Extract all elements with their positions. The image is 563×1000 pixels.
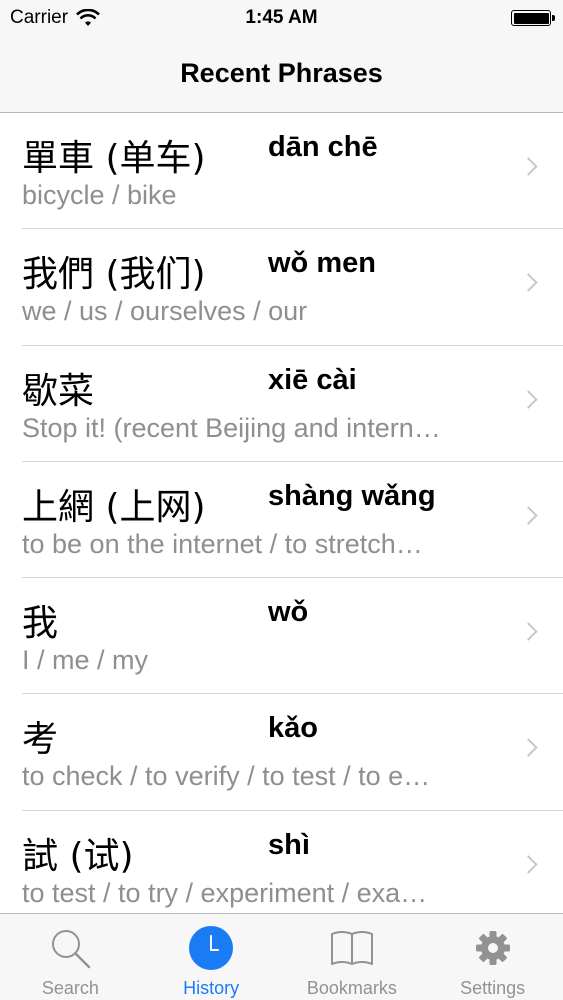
phrase-definition: to be on the internet / to stretch… bbox=[22, 528, 423, 559]
phrase-hanzi: 我 bbox=[22, 603, 59, 645]
phrase-pinyin: dān chē bbox=[268, 131, 378, 163]
phrase-pinyin: wǒ bbox=[268, 596, 309, 629]
tab-label: Search bbox=[41, 978, 99, 998]
gear-icon bbox=[475, 931, 510, 965]
tab-bookmarks[interactable]: Bookmarks bbox=[282, 914, 423, 1000]
list-item[interactable]: 試 (试) shì to test / to try / experiment … bbox=[0, 811, 563, 913]
phrase-hanzi: 單車 (单车) bbox=[22, 138, 206, 179]
battery-icon bbox=[511, 10, 555, 26]
phrase-hanzi: 試 (试) bbox=[22, 835, 134, 877]
phrase-definition: I / me / my bbox=[22, 645, 149, 676]
clock-icon bbox=[189, 926, 234, 970]
chevron-right-icon bbox=[519, 855, 538, 874]
status-bar: Carrier 1:45 AM bbox=[0, 0, 563, 38]
phrase-hanzi: 考 bbox=[22, 719, 59, 761]
status-time: 1:45 AM bbox=[245, 7, 318, 28]
chevron-right-icon bbox=[519, 273, 538, 292]
list-item[interactable]: 上網 (上网) shàng wǎng to be on the internet… bbox=[0, 462, 563, 579]
phrase-pinyin: xiē cài bbox=[268, 363, 357, 396]
phrase-definition: to check / to verify / to test / to e… bbox=[22, 761, 431, 792]
list-item[interactable]: 我 wǒ I / me / my bbox=[0, 578, 563, 695]
phrase-hanzi: 我們 (我们) bbox=[22, 254, 206, 296]
tab-label: History bbox=[183, 978, 240, 998]
chevron-right-icon bbox=[519, 738, 538, 758]
chevron-right-icon bbox=[519, 506, 538, 525]
chevron-right-icon bbox=[519, 389, 538, 409]
phrase-list: 單車 (单车) dān chē bicycle / bike 我們 (我们) w… bbox=[0, 113, 563, 913]
tab-search[interactable]: Search bbox=[0, 914, 141, 1000]
list-item[interactable]: 歇菜 xiē cài Stop it! (recent Beijing and … bbox=[0, 346, 563, 463]
page-title: Recent Phrases bbox=[180, 58, 383, 88]
phrase-definition: bicycle / bike bbox=[22, 180, 177, 210]
chevron-right-icon bbox=[519, 157, 538, 176]
tab-label: Settings bbox=[460, 978, 526, 998]
phrase-hanzi: 歇菜 bbox=[22, 370, 95, 412]
list-item[interactable]: 單車 (单车) dān chē bicycle / bike bbox=[0, 113, 563, 230]
tab-bar: Search History Bookmarks Settings bbox=[0, 913, 563, 1000]
tab-settings[interactable]: Settings bbox=[422, 914, 563, 1000]
book-icon bbox=[330, 931, 373, 965]
phrase-definition: to test / to try / experiment / exa… bbox=[22, 877, 428, 908]
search-icon bbox=[52, 930, 91, 969]
navigation-bar: Recent Phrases bbox=[0, 38, 563, 113]
phrase-pinyin: shì bbox=[268, 828, 310, 861]
phrase-definition: Stop it! (recent Beijing and intern… bbox=[22, 412, 441, 443]
tab-label: Bookmarks bbox=[306, 978, 397, 998]
phrase-hanzi: 上網 (上网) bbox=[22, 486, 206, 528]
tab-history[interactable]: History bbox=[141, 914, 282, 1000]
list-item[interactable]: 考 kǎo to check / to verify / to test / t… bbox=[0, 694, 563, 812]
phrase-pinyin: shàng wǎng bbox=[268, 479, 436, 512]
phrase-definition: we / us / ourselves / our bbox=[22, 296, 308, 327]
phrase-pinyin: wǒ men bbox=[268, 247, 376, 280]
phrase-pinyin: kǎo bbox=[268, 712, 318, 745]
chevron-right-icon bbox=[519, 622, 538, 641]
list-item[interactable]: 我們 (我们) wǒ men we / us / ourselves / our bbox=[0, 229, 563, 346]
